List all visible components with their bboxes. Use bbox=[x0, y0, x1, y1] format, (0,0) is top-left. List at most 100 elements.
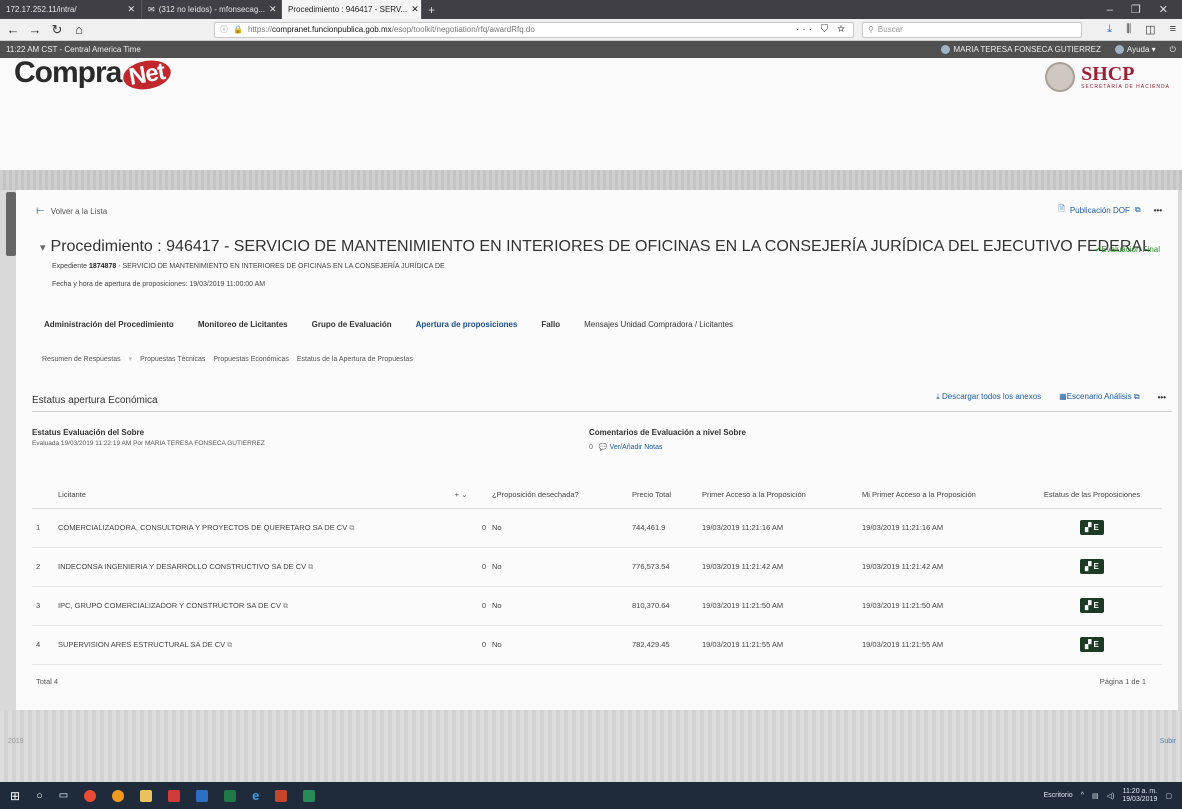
forward-arrow-icon[interactable]: → bbox=[28, 22, 42, 37]
outlook-icon[interactable] bbox=[196, 789, 209, 802]
col-price[interactable]: Precio Total bbox=[632, 482, 702, 509]
browser-tab-procedimiento[interactable]: Procedimiento : 946417 - SERV... ✕ bbox=[282, 0, 422, 19]
seal-icon bbox=[1045, 62, 1076, 92]
system-tray: Escritorio ^ ▤ ◁) 11:20 a. m. 19/03/2019 … bbox=[1044, 788, 1173, 803]
menu-icon[interactable]: ≡ bbox=[1170, 23, 1176, 36]
section-header: Estatus apertura Económica ⤓ Descargar t… bbox=[32, 392, 1172, 412]
back-arrow-icon[interactable]: ← bbox=[6, 22, 20, 37]
subtab-tecnicas[interactable]: Propuestas Técnicas bbox=[140, 356, 205, 363]
bidders-table: Licitante + ⌄ ¿Proposición desechada? Pr… bbox=[32, 482, 1162, 665]
table-total: Total 4 bbox=[36, 677, 59, 686]
windows-start-icon[interactable]: ⊞ bbox=[10, 789, 20, 803]
col-licitante[interactable]: Licitante bbox=[58, 482, 446, 509]
scroll-top-link[interactable]: Subir bbox=[1160, 738, 1176, 745]
col-first-access[interactable]: Primer Acceso a la Proposición bbox=[702, 482, 862, 509]
evaluation-heading: Estatus Evaluación del Sobre bbox=[32, 428, 145, 437]
col-my-first-access[interactable]: Mi Primer Acceso a la Proposición bbox=[862, 482, 1022, 509]
pocket-icon[interactable]: ⛉ bbox=[821, 24, 832, 35]
subtab-estatus[interactable]: Estatus de la Apertura de Propuestas bbox=[297, 356, 413, 363]
page-title: ▾ Procedimiento : 946417 - SERVICIO DE MA… bbox=[40, 238, 1151, 255]
sidebar-icon[interactable]: ◫ bbox=[1145, 23, 1155, 36]
proposal-status-button[interactable]: ▞ E bbox=[1080, 598, 1104, 613]
help-menu[interactable]: Ayuda ▾ bbox=[1114, 45, 1156, 55]
sidebar-toggle-handle[interactable] bbox=[6, 192, 16, 256]
tab-monitoreo[interactable]: Monitoreo de Licitantes bbox=[198, 320, 288, 329]
pdf-icon[interactable] bbox=[168, 789, 181, 802]
compranet-logo[interactable]: Compra Net bbox=[14, 56, 174, 93]
url-text: https://compranet.funcionpublica.gob.mx/… bbox=[247, 25, 535, 34]
brand-bar bbox=[0, 58, 1182, 170]
bidder-link[interactable]: COMERCIALIZADORA, CONSULTORIA Y PROYECTO… bbox=[58, 508, 446, 548]
reload-icon[interactable]: ↻ bbox=[50, 22, 64, 38]
col-rejected[interactable]: ¿Proposición desechada? bbox=[492, 482, 632, 509]
tray-chevron-icon[interactable]: ^ bbox=[1081, 792, 1084, 799]
bookmark-star-icon[interactable]: ☆ bbox=[837, 24, 848, 35]
tab-label: Procedimiento : 946417 - SERV... bbox=[288, 5, 408, 14]
close-icon[interactable]: ✕ bbox=[411, 4, 419, 15]
volume-icon[interactable]: ◁) bbox=[1107, 792, 1115, 800]
table-header-row: Licitante + ⌄ ¿Proposición desechada? Pr… bbox=[32, 482, 1162, 509]
maximize-icon[interactable]: ❐ bbox=[1131, 3, 1141, 16]
more-dots-icon[interactable]: ··· bbox=[796, 24, 815, 35]
info-icon[interactable]: ⓘ bbox=[220, 24, 228, 35]
browser-tab-mail[interactable]: ✉ (312 no leídos) - mfonsecag... ✕ bbox=[142, 0, 282, 19]
footer-year: 2019 bbox=[8, 738, 24, 745]
tab-apertura[interactable]: Apertura de proposiciones bbox=[416, 320, 518, 329]
close-icon[interactable]: ✕ bbox=[269, 4, 277, 15]
evaluation-status: Estatus Evaluación del Sobre Evaluada 19… bbox=[32, 428, 265, 447]
task-view-icon[interactable]: ▭ bbox=[59, 790, 68, 801]
section-title: Estatus apertura Económica bbox=[32, 395, 158, 406]
search-input[interactable]: ⚲ Buscar bbox=[862, 21, 1082, 38]
tab-fallo[interactable]: Fallo bbox=[541, 320, 560, 329]
notes-link[interactable]: 💬 Ver/Añadir Notas bbox=[599, 443, 663, 451]
powerpoint-icon[interactable] bbox=[275, 789, 288, 802]
network-icon[interactable]: ▤ bbox=[1092, 792, 1099, 800]
excel-alt-icon[interactable] bbox=[303, 789, 316, 802]
url-bar[interactable]: ⓘ 🔒 https://compranet.funcionpublica.gob… bbox=[214, 21, 854, 38]
minimize-icon[interactable]: – bbox=[1107, 4, 1113, 16]
section-more-button[interactable]: ••• bbox=[1158, 393, 1166, 402]
download-all-button[interactable]: ⤓ Descargar todos los anexos bbox=[936, 392, 1041, 402]
proposal-status-button[interactable]: ▞ E bbox=[1080, 559, 1104, 574]
expediente-line: Expediente 1874878 - SERVICIO DE MANTENI… bbox=[52, 263, 445, 270]
library-icon[interactable]: ⫼ bbox=[1126, 23, 1131, 36]
home-icon[interactable]: ⌂ bbox=[72, 22, 86, 37]
tab-mensajes[interactable]: Mensajes Unidad Compradora / Licitantes bbox=[584, 320, 733, 329]
bidder-link[interactable]: SUPERVISION ARES ESTRUCTURAL SA DE CV ⧉ bbox=[58, 625, 446, 665]
proposal-status-button[interactable]: ▞ E bbox=[1080, 520, 1104, 535]
proposal-status-button[interactable]: ▞ E bbox=[1080, 637, 1104, 652]
clock[interactable]: 11:20 a. m. 19/03/2019 bbox=[1122, 788, 1157, 803]
notes-count: 0 bbox=[589, 443, 593, 451]
comments-heading: Comentarios de Evaluación a nivel Sobre bbox=[589, 428, 746, 437]
desktop-label[interactable]: Escritorio bbox=[1044, 792, 1073, 799]
close-window-icon[interactable]: ✕ bbox=[1159, 3, 1168, 16]
user-menu[interactable]: MARIA TERESA FONSECA GUTIERREZ bbox=[941, 45, 1101, 55]
back-to-list-link[interactable]: ⊢ Volver a la Lista bbox=[36, 206, 107, 217]
notifications-icon[interactable]: ▢ bbox=[1165, 792, 1172, 800]
tab-administracion[interactable]: Administración del Procedimiento bbox=[44, 320, 174, 329]
bidder-link[interactable]: IPC, GRUPO COMERCIALIZADOR Y CONSTRUCTOR… bbox=[58, 586, 446, 626]
firefox-icon[interactable] bbox=[112, 789, 125, 802]
dof-publication-link[interactable]: 🗎 Publicación DOF ⧉ ••• bbox=[1058, 203, 1162, 217]
bidder-link[interactable]: INDECONSA INGENIERIA Y DESARROLLO CONSTR… bbox=[58, 547, 446, 587]
power-icon[interactable]: ⏻ bbox=[1170, 45, 1176, 55]
collapse-caret-icon[interactable]: ▾ bbox=[40, 242, 46, 254]
publication-icon: 🗎 bbox=[1058, 204, 1065, 213]
chrome-icon[interactable] bbox=[84, 789, 97, 802]
more-options-button[interactable]: ••• bbox=[1154, 206, 1162, 215]
sort-icon[interactable]: + ⌄ bbox=[446, 482, 476, 509]
cortana-icon[interactable]: ○ bbox=[36, 790, 43, 802]
new-tab-button[interactable]: + bbox=[422, 0, 441, 19]
subtab-economicas[interactable]: Propuestas Económicas bbox=[213, 356, 288, 363]
analysis-scenario-button[interactable]: ▦Escenario Análisis ⧉ bbox=[1059, 392, 1139, 402]
excel-icon[interactable] bbox=[224, 789, 237, 802]
ie-icon[interactable]: e bbox=[252, 788, 259, 803]
subtab-resumen[interactable]: Resumen de Respuestas bbox=[42, 356, 121, 363]
browser-tab-intra[interactable]: 172.17.252.11/intra/ ✕ bbox=[0, 0, 142, 19]
download-icon[interactable]: ⤓ bbox=[1107, 23, 1112, 36]
col-status[interactable]: Estatus de las Proposiciones bbox=[1022, 482, 1162, 509]
folder-icon[interactable] bbox=[140, 789, 153, 802]
tab-grupo-evaluacion[interactable]: Grupo de Evaluación bbox=[312, 320, 392, 329]
close-icon[interactable]: ✕ bbox=[127, 4, 135, 15]
help-icon bbox=[1114, 45, 1124, 55]
